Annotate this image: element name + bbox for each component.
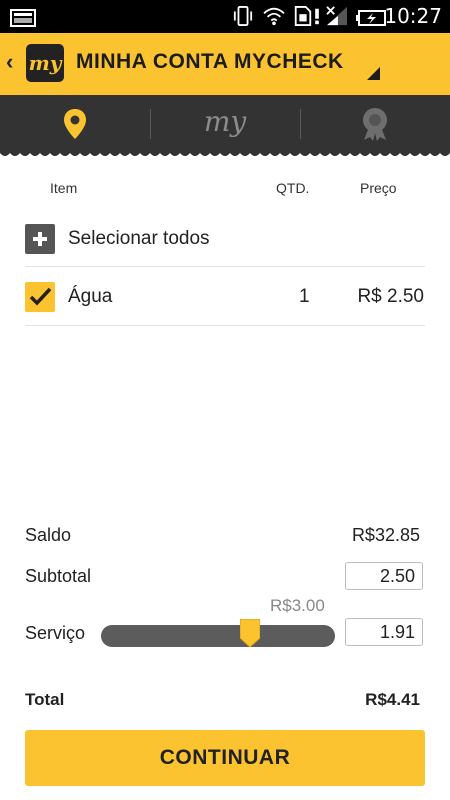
- location-pin-icon: [64, 109, 86, 139]
- image-notification-icon: [10, 9, 36, 27]
- signal-icon: [326, 6, 347, 26]
- battery-icon: [356, 10, 386, 26]
- back-icon[interactable]: ‹: [6, 49, 13, 75]
- column-header-qty: QTD.: [276, 180, 310, 196]
- subtotal-field[interactable]: 2.50: [345, 562, 423, 590]
- total-label: Total: [25, 690, 65, 709]
- clock: 10:27: [384, 4, 442, 28]
- my-logo-icon: my: [29, 51, 63, 75]
- plus-icon: [33, 232, 47, 246]
- divider: [25, 266, 425, 267]
- column-header-item: Item: [50, 180, 78, 196]
- badge-award-icon: [363, 108, 387, 141]
- my-tab-label: my: [204, 105, 248, 138]
- continue-button[interactable]: CONTINUAR: [25, 730, 425, 786]
- divider: [25, 325, 425, 326]
- saldo-label: Saldo: [25, 525, 72, 545]
- servico-label: Serviço: [25, 623, 86, 643]
- total-value: R$4.41: [365, 690, 420, 709]
- my-logo-icon: my: [204, 105, 248, 138]
- page-title[interactable]: MINHA CONTA MYCHECK: [76, 50, 344, 74]
- slider-handle[interactable]: [240, 619, 260, 647]
- select-all-label[interactable]: Selecionar todos: [68, 228, 210, 250]
- vibrate-icon: [233, 6, 253, 26]
- tip-tooltip: R$3.00: [270, 596, 325, 615]
- app-logo[interactable]: my: [26, 44, 64, 82]
- tab-rewards[interactable]: [300, 95, 450, 153]
- item-name: Água: [68, 286, 113, 307]
- item-qty: 1: [299, 286, 310, 307]
- app-bar: ‹ my MINHA CONTA MYCHECK: [0, 33, 450, 95]
- tab-bar: my: [0, 95, 450, 153]
- item-checkbox[interactable]: [25, 282, 55, 312]
- wifi-icon: [263, 7, 285, 26]
- service-slider[interactable]: [101, 625, 335, 647]
- saldo-value: R$32.85: [351, 525, 420, 545]
- sim-card-icon: [294, 6, 312, 26]
- alert-icon: [315, 8, 319, 25]
- tab-location[interactable]: [0, 95, 150, 153]
- status-bar: 10:27: [0, 0, 450, 33]
- subtotal-label: Subtotal: [25, 566, 92, 586]
- dropdown-triangle-icon[interactable]: [367, 67, 380, 80]
- checkmark-icon: [29, 287, 52, 306]
- item-price: R$ 2.50: [357, 286, 424, 307]
- select-all-checkbox[interactable]: [25, 224, 55, 254]
- logo-text: my: [29, 51, 63, 75]
- service-field[interactable]: 1.91: [345, 618, 423, 646]
- tab-bar-scallop-edge: [0, 149, 450, 156]
- column-header-price: Preço: [360, 180, 397, 196]
- tab-my[interactable]: my: [150, 95, 300, 153]
